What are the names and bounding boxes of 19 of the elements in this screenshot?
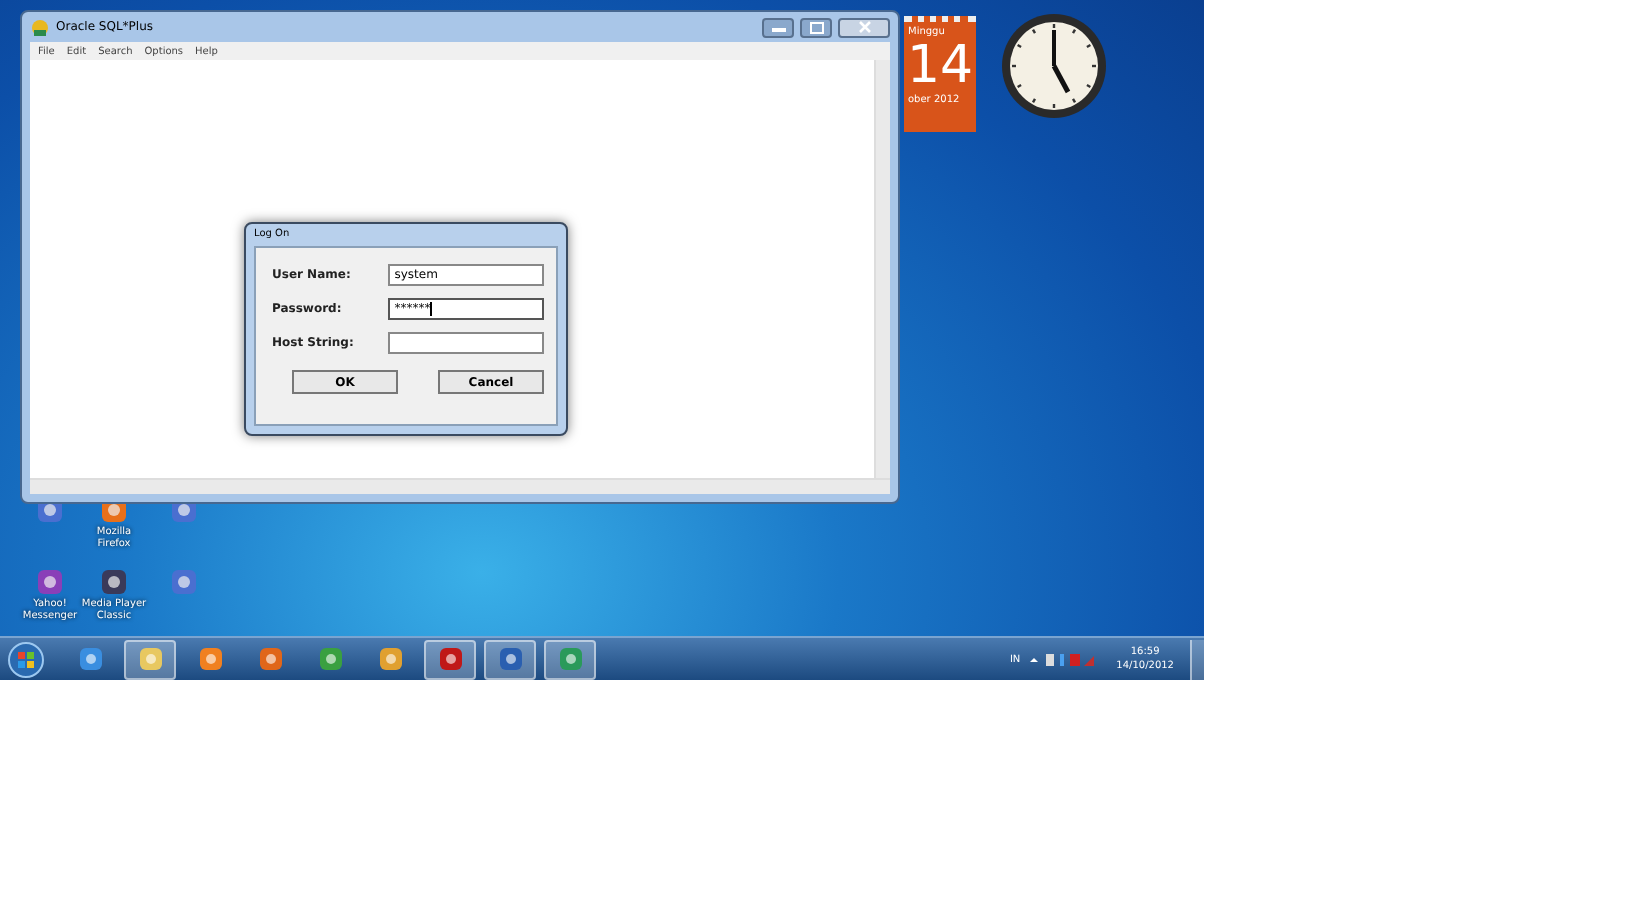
- minimize-icon: [771, 22, 785, 32]
- vertical-scrollbar[interactable]: [874, 60, 890, 478]
- close-button[interactable]: [838, 17, 890, 37]
- horizontal-scrollbar[interactable]: [30, 478, 890, 494]
- taskbar-button[interactable]: [484, 639, 536, 679]
- input-field[interactable]: [388, 332, 544, 354]
- start-button-icon[interactable]: [8, 641, 44, 677]
- taskbar-button[interactable]: [124, 639, 176, 679]
- taskbar-button[interactable]: [544, 639, 596, 679]
- tray-icons-drawing[interactable]: [1028, 651, 1097, 667]
- maximize-button[interactable]: [800, 17, 832, 37]
- taskbar-button[interactable]: [424, 639, 476, 679]
- close-icon: [857, 20, 871, 34]
- clock-gadget-drawing: [1000, 12, 1108, 120]
- app-icon: [30, 17, 50, 37]
- calendar-day: 14: [904, 38, 976, 94]
- maximize-icon: [809, 21, 823, 33]
- show-desktop-button[interactable]: [1190, 639, 1204, 679]
- minimize-button[interactable]: [762, 17, 794, 37]
